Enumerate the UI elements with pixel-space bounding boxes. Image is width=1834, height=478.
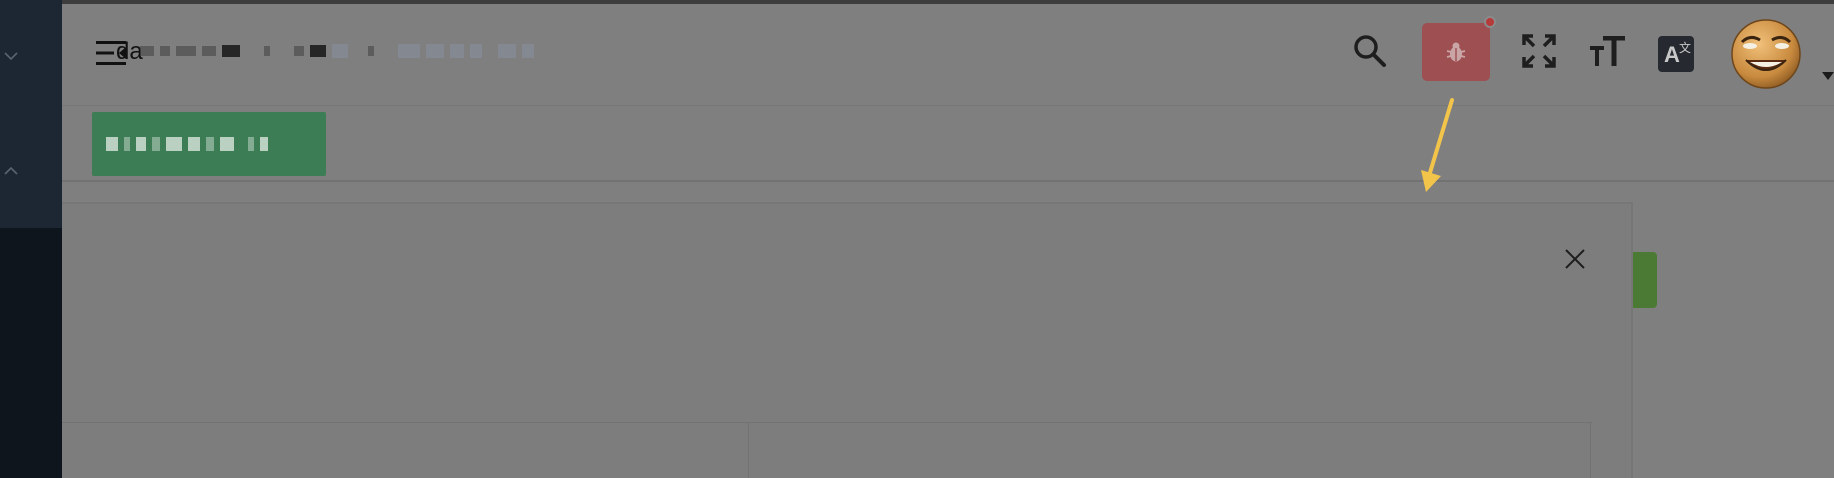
notification-dot	[1484, 16, 1496, 28]
annotation-arrow-icon	[1421, 98, 1454, 192]
chevron-up-icon[interactable]	[2, 162, 20, 180]
chevron-down-icon[interactable]	[2, 47, 20, 65]
avatar[interactable]	[1728, 16, 1804, 92]
redacted-title	[140, 36, 660, 66]
primary-action-button[interactable]	[1633, 252, 1657, 308]
bug-report-button[interactable]	[1422, 23, 1490, 81]
sidebar	[0, 0, 62, 478]
table-column-divider	[1590, 423, 1591, 478]
fullscreen-icon[interactable]	[1518, 30, 1560, 72]
translate-icon-main-glyph: A	[1664, 42, 1680, 67]
table-column-divider	[748, 423, 749, 478]
active-tab-tag[interactable]	[92, 112, 326, 176]
search-icon[interactable]	[1349, 30, 1391, 72]
page-title: da	[116, 38, 143, 65]
sidebar-menu-area	[0, 0, 62, 228]
font-size-icon[interactable]	[1586, 30, 1628, 72]
tags-view-bar	[62, 106, 1834, 182]
app-frame: da A 文	[0, 0, 1834, 478]
dialog-table	[62, 422, 1592, 478]
bug-icon	[1446, 42, 1466, 62]
caret-down-icon[interactable]	[1822, 72, 1834, 80]
close-icon[interactable]	[1562, 246, 1588, 272]
translate-icon-sub-glyph: 文	[1679, 41, 1692, 55]
translate-icon[interactable]: A 文	[1658, 36, 1694, 72]
